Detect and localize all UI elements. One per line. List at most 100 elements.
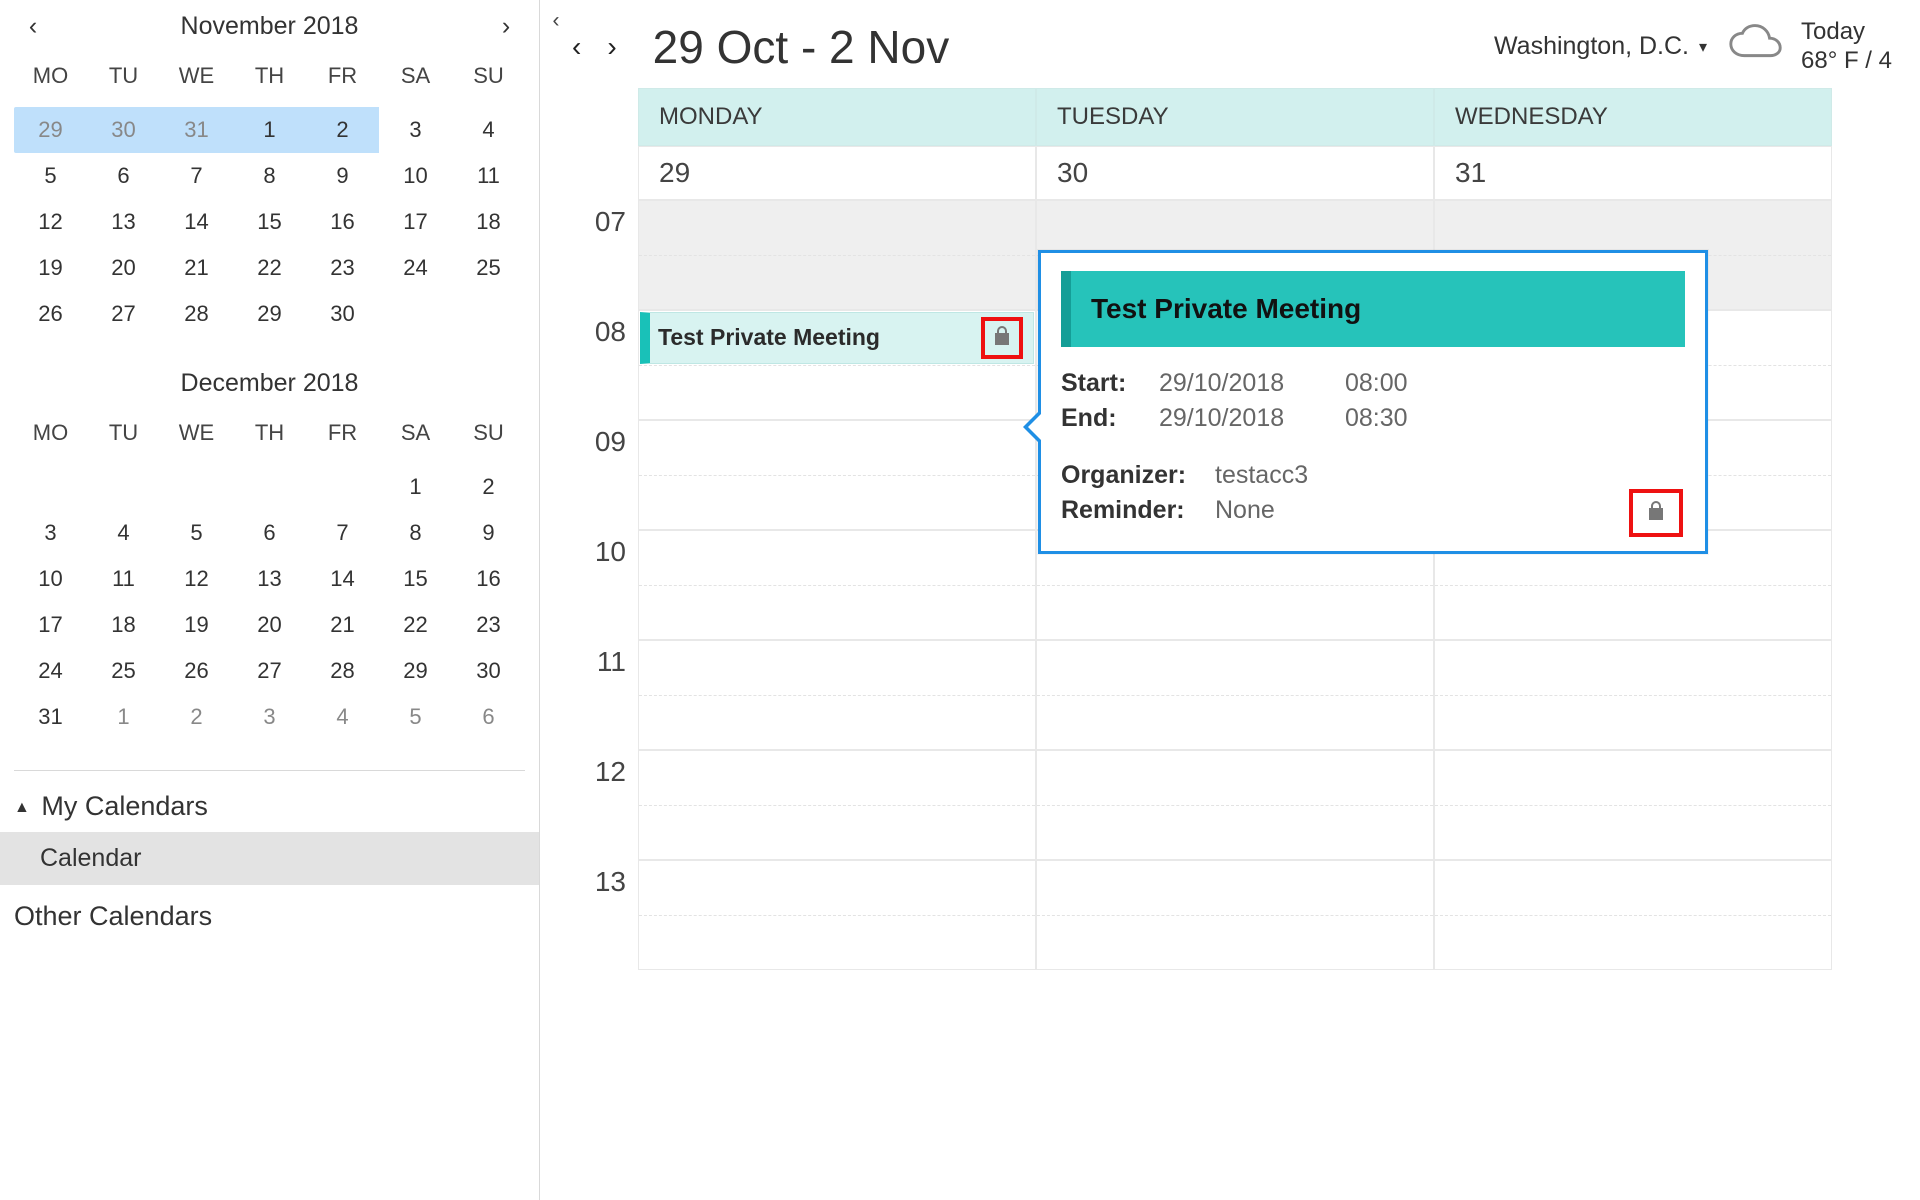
mini-calendar-day[interactable]: 14 (160, 199, 233, 245)
weather-widget[interactable]: Today 68° F / 4 (1725, 18, 1892, 76)
mini-calendar-week: 3456789 (14, 510, 525, 556)
mini-calendar-day[interactable]: 7 (306, 510, 379, 556)
mini-calendar-day[interactable]: 25 (87, 648, 160, 694)
mini-calendar-day[interactable]: 18 (452, 199, 525, 245)
mini-calendar-day[interactable]: 11 (452, 153, 525, 199)
mini-calendar-day[interactable]: 29 (379, 648, 452, 694)
mini-calendar-day[interactable]: 20 (233, 602, 306, 648)
day-header[interactable]: TUESDAY (1036, 88, 1434, 146)
mini-calendar-day[interactable]: 12 (14, 199, 87, 245)
mini-calendar-day[interactable]: 14 (306, 556, 379, 602)
day-header[interactable]: MONDAY (638, 88, 1036, 146)
mini-calendar-day[interactable]: 1 (87, 694, 160, 740)
mini-calendar-day[interactable]: 30 (87, 107, 160, 153)
mini-calendar-day[interactable]: 29 (233, 291, 306, 337)
time-cell[interactable] (638, 750, 1036, 860)
day-header[interactable]: WEDNESDAY (1434, 88, 1832, 146)
mini-calendar-day[interactable]: 20 (87, 245, 160, 291)
mini-calendar-day[interactable]: 1 (233, 107, 306, 153)
time-grid[interactable]: 07080910111213 Test Private Meeting Test… (540, 200, 1920, 1200)
mini-calendar-day[interactable]: 9 (452, 510, 525, 556)
mini-calendar-day[interactable]: 10 (379, 153, 452, 199)
my-calendars-header[interactable]: ▲ My Calendars (14, 785, 525, 828)
mini-calendar-day[interactable]: 5 (160, 510, 233, 556)
time-cell[interactable] (638, 640, 1036, 750)
mini-calendar-day[interactable]: 15 (233, 199, 306, 245)
mini-calendar-day[interactable]: 25 (452, 245, 525, 291)
day-number[interactable]: 31 (1434, 146, 1832, 200)
mini-calendar-day[interactable]: 23 (306, 245, 379, 291)
mini-calendar-day[interactable]: 10 (14, 556, 87, 602)
mini-calendar-day[interactable]: 26 (14, 291, 87, 337)
time-cell[interactable] (1036, 640, 1434, 750)
mini-calendar-day[interactable]: 16 (306, 199, 379, 245)
collapse-sidebar-button[interactable]: ‹ (539, 4, 573, 38)
time-cell[interactable] (1036, 860, 1434, 970)
mini-calendar-day[interactable]: 12 (160, 556, 233, 602)
mini-calendar-day[interactable]: 2 (160, 694, 233, 740)
prev-month-button[interactable]: ‹ (20, 12, 46, 41)
mini-calendar-day[interactable]: 17 (14, 602, 87, 648)
mini-calendar-day[interactable]: 13 (233, 556, 306, 602)
mini-calendar-day[interactable]: 31 (14, 694, 87, 740)
time-cell[interactable] (638, 530, 1036, 640)
mini-calendar-day[interactable]: 30 (452, 648, 525, 694)
time-cell[interactable] (1434, 860, 1832, 970)
mini-calendar-day[interactable]: 5 (14, 153, 87, 199)
mini-calendar-day[interactable]: 15 (379, 556, 452, 602)
time-cell[interactable] (1434, 750, 1832, 860)
mini-calendar-day[interactable]: 4 (87, 510, 160, 556)
mini-calendar-day[interactable]: 24 (379, 245, 452, 291)
next-week-button[interactable]: › (603, 31, 620, 63)
mini-calendar-day[interactable]: 24 (14, 648, 87, 694)
mini-calendar-day[interactable]: 8 (379, 510, 452, 556)
mini-calendar-day[interactable]: 2 (452, 464, 525, 510)
mini-calendar-day[interactable]: 29 (14, 107, 87, 153)
mini-calendar-day[interactable]: 27 (87, 291, 160, 337)
time-cell[interactable] (638, 860, 1036, 970)
mini-calendar-day[interactable]: 22 (379, 602, 452, 648)
mini-calendar-day[interactable]: 26 (160, 648, 233, 694)
day-number[interactable]: 30 (1036, 146, 1434, 200)
mini-calendar-day[interactable]: 5 (379, 694, 452, 740)
mini-calendar-day[interactable]: 3 (233, 694, 306, 740)
mini-calendar-day[interactable]: 1 (379, 464, 452, 510)
mini-calendar-day[interactable]: 19 (160, 602, 233, 648)
mini-calendar-day[interactable]: 18 (87, 602, 160, 648)
mini-calendar-day[interactable]: 6 (452, 694, 525, 740)
time-cell[interactable] (638, 200, 1036, 310)
mini-calendar-day[interactable]: 2 (306, 107, 379, 153)
event-test-private-meeting[interactable]: Test Private Meeting (640, 312, 1034, 364)
mini-calendar-day[interactable]: 11 (87, 556, 160, 602)
mini-calendar-day[interactable]: 13 (87, 199, 160, 245)
mini-calendar-day[interactable]: 4 (306, 694, 379, 740)
next-month-button[interactable]: › (493, 12, 519, 41)
mini-calendar-day[interactable]: 21 (160, 245, 233, 291)
mini-calendar-day[interactable]: 30 (306, 291, 379, 337)
time-cell[interactable] (1434, 640, 1832, 750)
mini-calendar-day[interactable]: 28 (160, 291, 233, 337)
mini-calendar-day[interactable]: 27 (233, 648, 306, 694)
mini-calendar-day[interactable]: 22 (233, 245, 306, 291)
mini-calendar-day[interactable]: 28 (306, 648, 379, 694)
mini-calendar-day[interactable]: 8 (233, 153, 306, 199)
mini-calendar-day[interactable]: 9 (306, 153, 379, 199)
mini-calendar-day[interactable]: 3 (14, 510, 87, 556)
mini-calendar-day[interactable]: 3 (379, 107, 452, 153)
mini-calendar-day[interactable]: 31 (160, 107, 233, 153)
mini-calendar-day[interactable]: 6 (87, 153, 160, 199)
mini-calendar-day[interactable]: 23 (452, 602, 525, 648)
mini-calendar-day[interactable]: 19 (14, 245, 87, 291)
day-number[interactable]: 29 (638, 146, 1036, 200)
mini-calendar-day[interactable]: 21 (306, 602, 379, 648)
mini-calendar-day[interactable]: 7 (160, 153, 233, 199)
time-cell[interactable] (1036, 750, 1434, 860)
calendar-item-calendar[interactable]: Calendar (0, 832, 539, 885)
mini-calendar-day[interactable]: 16 (452, 556, 525, 602)
mini-calendar-day[interactable]: 4 (452, 107, 525, 153)
other-calendars-header[interactable]: Other Calendars (14, 895, 525, 938)
weather-location-dropdown[interactable]: Washington, D.C. ▾ (1494, 32, 1707, 61)
mini-calendar-day[interactable]: 6 (233, 510, 306, 556)
mini-calendar-day[interactable]: 17 (379, 199, 452, 245)
time-cell[interactable] (638, 420, 1036, 530)
